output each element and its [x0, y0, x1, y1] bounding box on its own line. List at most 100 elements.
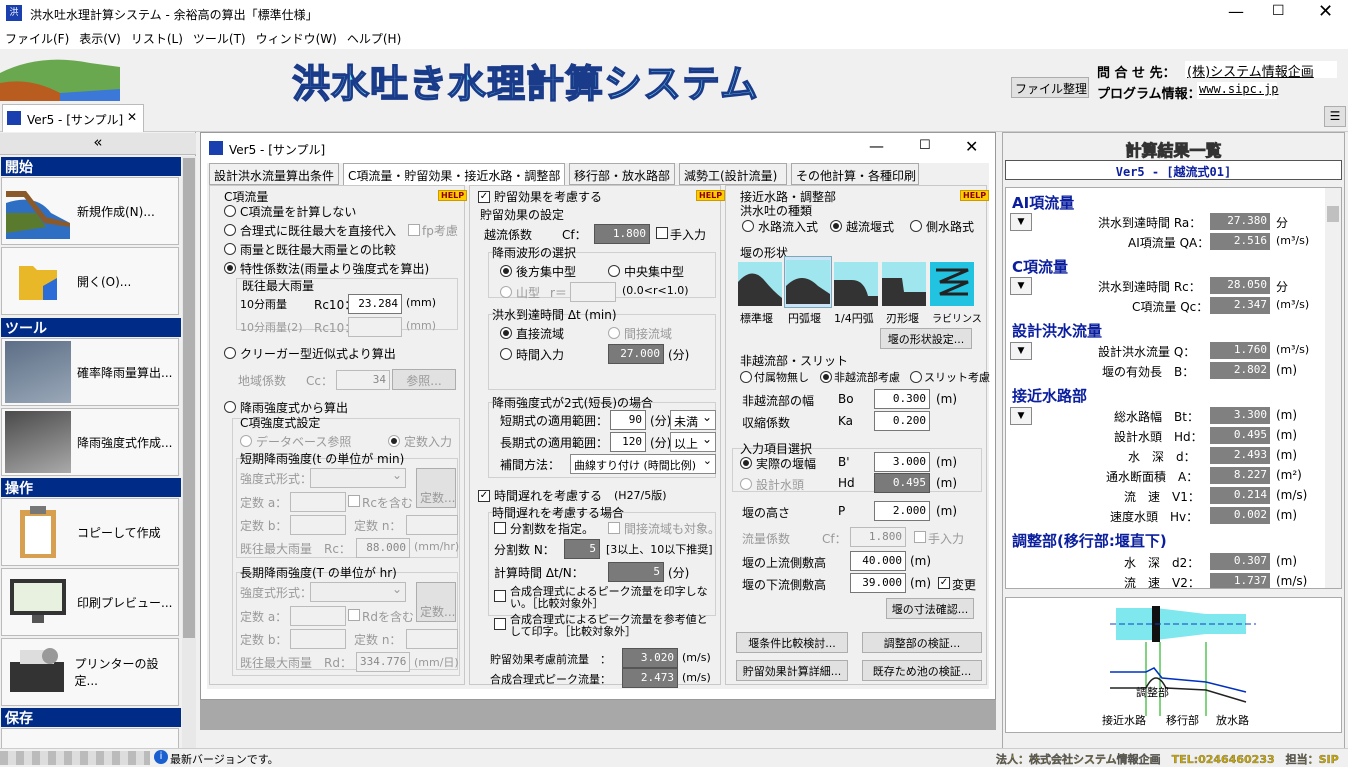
radio-overflow-weir[interactable] — [830, 220, 842, 232]
r-input[interactable] — [570, 282, 616, 302]
checkbox-storage[interactable]: ✓ — [478, 191, 490, 203]
divisions-input[interactable]: 5 — [564, 539, 600, 559]
long-range-input[interactable]: 120 — [610, 432, 646, 452]
checkbox-manual-cf[interactable] — [656, 227, 668, 239]
weir-sharp[interactable] — [882, 262, 926, 306]
ci-expand-icon[interactable]: ▼ — [1010, 277, 1032, 295]
ai-expand-icon[interactable]: ▼ — [1010, 213, 1032, 231]
long-rdmax-input[interactable]: 334.776 — [356, 652, 410, 672]
short-formula-select[interactable] — [310, 468, 406, 488]
long-range-select[interactable]: 以上 — [670, 432, 716, 452]
radio-no-c[interactable] — [224, 205, 236, 217]
weir-labyrinth[interactable] — [930, 262, 974, 306]
program-link[interactable]: www.sipc.jp — [1197, 82, 1278, 99]
radio-back[interactable] — [500, 265, 512, 277]
document-tab[interactable]: Ver5 - [サンプル] ✕ — [2, 104, 144, 132]
long-n-input[interactable] — [406, 629, 458, 649]
radio-direct-max[interactable] — [224, 224, 236, 236]
checkbox-change[interactable]: ✓ — [938, 577, 950, 589]
weir-standard[interactable] — [738, 262, 782, 306]
design-head-input[interactable]: 0.495 — [874, 473, 930, 493]
radio-direct-const[interactable] — [388, 435, 400, 447]
checkbox-rd[interactable] — [348, 609, 360, 621]
tab-other[interactable]: その他計算・各種印刷 — [791, 163, 919, 185]
radio-mountain[interactable] — [500, 286, 512, 298]
print-preview-button[interactable]: 印刷プレビュー... — [1, 568, 179, 636]
nav-scrollbar[interactable] — [182, 156, 196, 752]
radio-indirect-basin[interactable] — [608, 327, 620, 339]
radio-time-input[interactable] — [500, 348, 512, 360]
rain10-input[interactable]: 23.284 — [348, 294, 402, 314]
checkbox-fp[interactable] — [408, 224, 420, 236]
storage-detail-button[interactable]: 貯留効果計算詳細... — [736, 660, 848, 681]
copy-create-button[interactable]: コピーして作成 — [1, 498, 179, 566]
checkbox-lag[interactable]: ✓ — [478, 490, 490, 502]
tab-dissipator[interactable]: 減勢工(設計流量) — [679, 163, 787, 185]
radio-side-channel[interactable] — [910, 220, 922, 232]
menu-file[interactable]: ファイル(F) — [0, 27, 74, 50]
child-maximize-icon[interactable]: ☐ — [919, 138, 931, 153]
menu-view[interactable]: 表示(V) — [74, 27, 126, 50]
help-storage[interactable]: HELP — [696, 190, 726, 201]
weir-compare-button[interactable]: 堰条件比較検討... — [736, 632, 848, 653]
weir-arc[interactable] — [784, 256, 832, 308]
collapse-button[interactable]: « — [0, 133, 196, 155]
radio-design-head[interactable] — [740, 478, 752, 490]
printer-settings-button[interactable]: プリンターの設定... — [1, 638, 179, 706]
maximize-icon[interactable]: ☐ — [1272, 3, 1285, 19]
contraction-coef-input[interactable]: 0.200 — [874, 411, 930, 431]
menu-window[interactable]: ウィンドウ(W) — [251, 27, 342, 50]
interpolation-select[interactable]: 曲線すり付け (時間比例) — [570, 454, 716, 474]
short-range-select[interactable]: 未満 — [670, 410, 716, 430]
tab-design-flow[interactable]: 設計洪水流量算出条件 — [209, 163, 339, 185]
results-scrollbar[interactable] — [1325, 188, 1341, 588]
close-tab-icon[interactable]: ✕ — [127, 110, 137, 124]
radio-kreager[interactable] — [224, 347, 236, 359]
long-formula-select[interactable] — [310, 582, 406, 602]
weir-quarter-arc[interactable] — [834, 262, 878, 306]
radio-compare-max[interactable] — [224, 243, 236, 255]
arrival-time-input[interactable]: 27.000 — [608, 344, 664, 364]
open-button[interactable]: 開く(O)... — [1, 247, 179, 315]
radio-direct-basin[interactable] — [500, 327, 512, 339]
radio-no-attachment[interactable] — [740, 371, 752, 383]
weir-shape-settings-button[interactable]: 堰の形状設定... — [880, 328, 972, 349]
calc-time-input[interactable]: 5 — [608, 562, 664, 582]
child-hscroll[interactable] — [200, 700, 996, 730]
help-approach[interactable]: HELP — [960, 190, 990, 201]
help-c-flow[interactable]: HELP — [438, 190, 468, 201]
region-coef-input[interactable]: 34 — [336, 370, 390, 390]
tab-c-flow[interactable]: C項流量・貯留効果・接近水路・調整部 — [343, 163, 565, 185]
radio-slit[interactable] — [910, 371, 922, 383]
weir-width-input[interactable]: 3.000 — [874, 452, 930, 472]
minimize-icon[interactable]: — — [1228, 2, 1244, 21]
long-a-input[interactable] — [290, 606, 346, 626]
options-menu-button[interactable]: ☰ — [1324, 106, 1346, 127]
downstream-elev-input[interactable]: 39.000 — [850, 573, 906, 593]
short-n-input[interactable] — [406, 515, 458, 535]
design-expand-icon[interactable]: ▼ — [1010, 342, 1032, 360]
short-b-input[interactable] — [290, 515, 346, 535]
checkbox-no-print[interactable] — [494, 590, 506, 602]
flow-coef-input[interactable]: 1.800 — [850, 527, 906, 547]
child-minimize-icon[interactable]: — — [869, 137, 884, 155]
overflow-coef-input[interactable]: 1.800 — [594, 224, 650, 244]
menu-tools[interactable]: ツール(T) — [188, 27, 251, 50]
weir-dimension-button[interactable]: 堰の寸法確認... — [886, 598, 974, 619]
probability-rainfall-button[interactable]: 確率降雨量算出... — [1, 338, 179, 406]
file-organize-button[interactable]: ファイル整理 — [1011, 77, 1089, 98]
upstream-elev-input[interactable]: 40.000 — [850, 551, 906, 571]
short-const-button[interactable]: 定数... — [416, 468, 456, 508]
adjustment-verify-button[interactable]: 調整部の検証... — [862, 632, 982, 653]
existing-pond-button[interactable]: 既存ため池の検証... — [862, 660, 982, 681]
short-a-input[interactable] — [290, 492, 346, 512]
checkbox-divide[interactable] — [494, 522, 506, 534]
weir-height-input[interactable]: 2.000 — [874, 501, 930, 521]
menu-help[interactable]: ヘルプ(H) — [342, 27, 406, 50]
radio-non-overflow[interactable] — [820, 371, 832, 383]
checkbox-indirect[interactable] — [608, 522, 620, 534]
rain10b-input[interactable] — [348, 317, 402, 337]
child-close-icon[interactable]: ✕ — [965, 137, 978, 156]
short-range-input[interactable]: 90 — [610, 410, 646, 430]
radio-database[interactable] — [240, 435, 252, 447]
